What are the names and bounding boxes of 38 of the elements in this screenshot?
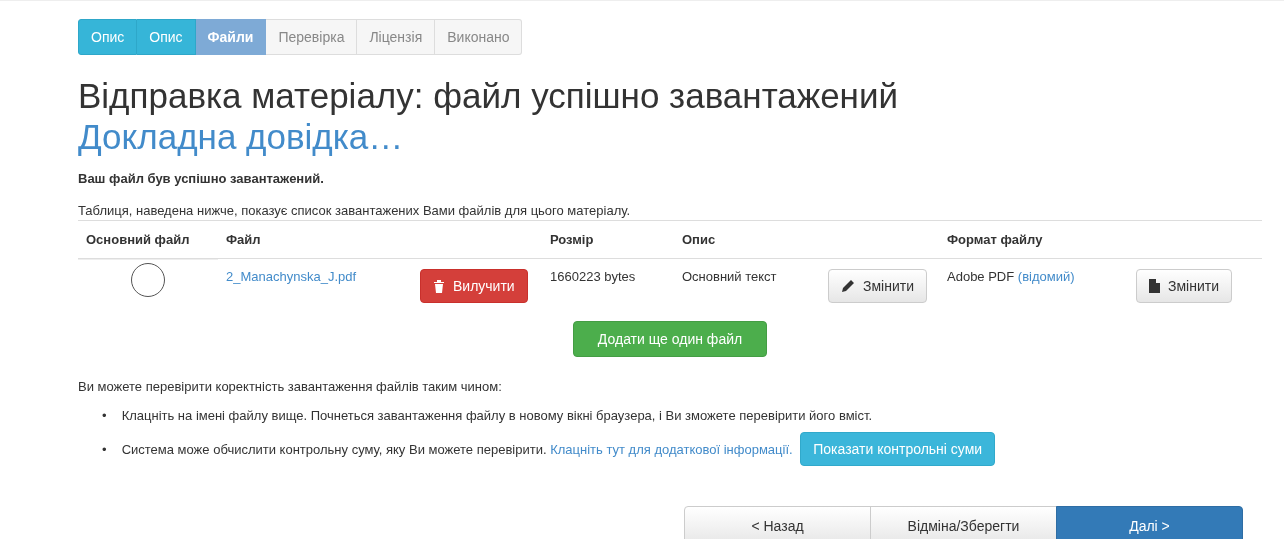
progress-step[interactable]: Ліцензія — [357, 19, 436, 55]
checksums-button[interactable]: Показати контрольні суми — [800, 432, 996, 466]
table-intro: Таблиця, наведена нижче, показує список завантажених Вами файлів для цього матеріалу. — [78, 203, 632, 218]
help-link[interactable]: Докладна довідка… — [78, 117, 404, 156]
file-format: Adobe PDF — [947, 269, 1015, 284]
bullet-marker: • — [102, 441, 108, 459]
page-title: Відправка матеріалу: файл успішно завантажений — [78, 76, 899, 115]
verify-intro: Ви можете перевірити коректність завантаження файлів таким чином: — [78, 379, 503, 394]
file-description: Основний текст — [682, 269, 777, 284]
file-link[interactable]: 2_Manachynska_J.pdf — [226, 269, 357, 284]
progress-step[interactable]: Опис — [137, 19, 196, 55]
info-link[interactable]: Клацніть тут для додаткової інформації. — [550, 442, 793, 457]
edit-button[interactable]: Змінити — [828, 269, 927, 303]
nav-button[interactable]: < Назад — [684, 506, 871, 539]
file-size: 1660223 bytes — [550, 269, 636, 284]
add-file-button[interactable]: Додати ще один файл — [572, 321, 768, 357]
column-header: Файл — [218, 220, 542, 259]
progress-step[interactable]: Перевірка — [266, 19, 358, 55]
edit-button[interactable]: Змінити — [1136, 269, 1232, 303]
document-icon — [1149, 279, 1160, 293]
trash-icon — [433, 279, 445, 293]
remove-button[interactable]: Вилучити — [420, 269, 528, 303]
column-header: Опис — [674, 220, 939, 259]
column-header: Розмір — [542, 220, 674, 259]
nav-button[interactable]: Далі > — [1056, 506, 1243, 539]
pencil-icon — [841, 279, 855, 293]
bullet-text: Клацніть на імені файлу вище. Почнеться завантаження файлу в новому вікні браузера, і Ви зможете перевірити його вміст. — [121, 408, 873, 423]
format-status-link[interactable]: (відомий) — [1017, 269, 1075, 284]
progress-step[interactable]: Опис — [78, 19, 138, 55]
bullet-text: Система може обчислити контрольну суму, яку Ви можете перевірити. — [121, 442, 547, 457]
radio-button[interactable] — [131, 263, 165, 297]
column-header: Формат файлу — [939, 220, 1262, 259]
bullet-marker: • — [102, 407, 108, 425]
nav-button[interactable]: Відміна/Зберегти — [870, 506, 1057, 539]
column-header: Основний файл — [78, 220, 218, 259]
progress-step[interactable]: Виконано — [435, 19, 523, 55]
success-message: Ваш файл був успішно завантажений. — [78, 171, 325, 186]
progress-step[interactable]: Файли — [195, 19, 267, 55]
